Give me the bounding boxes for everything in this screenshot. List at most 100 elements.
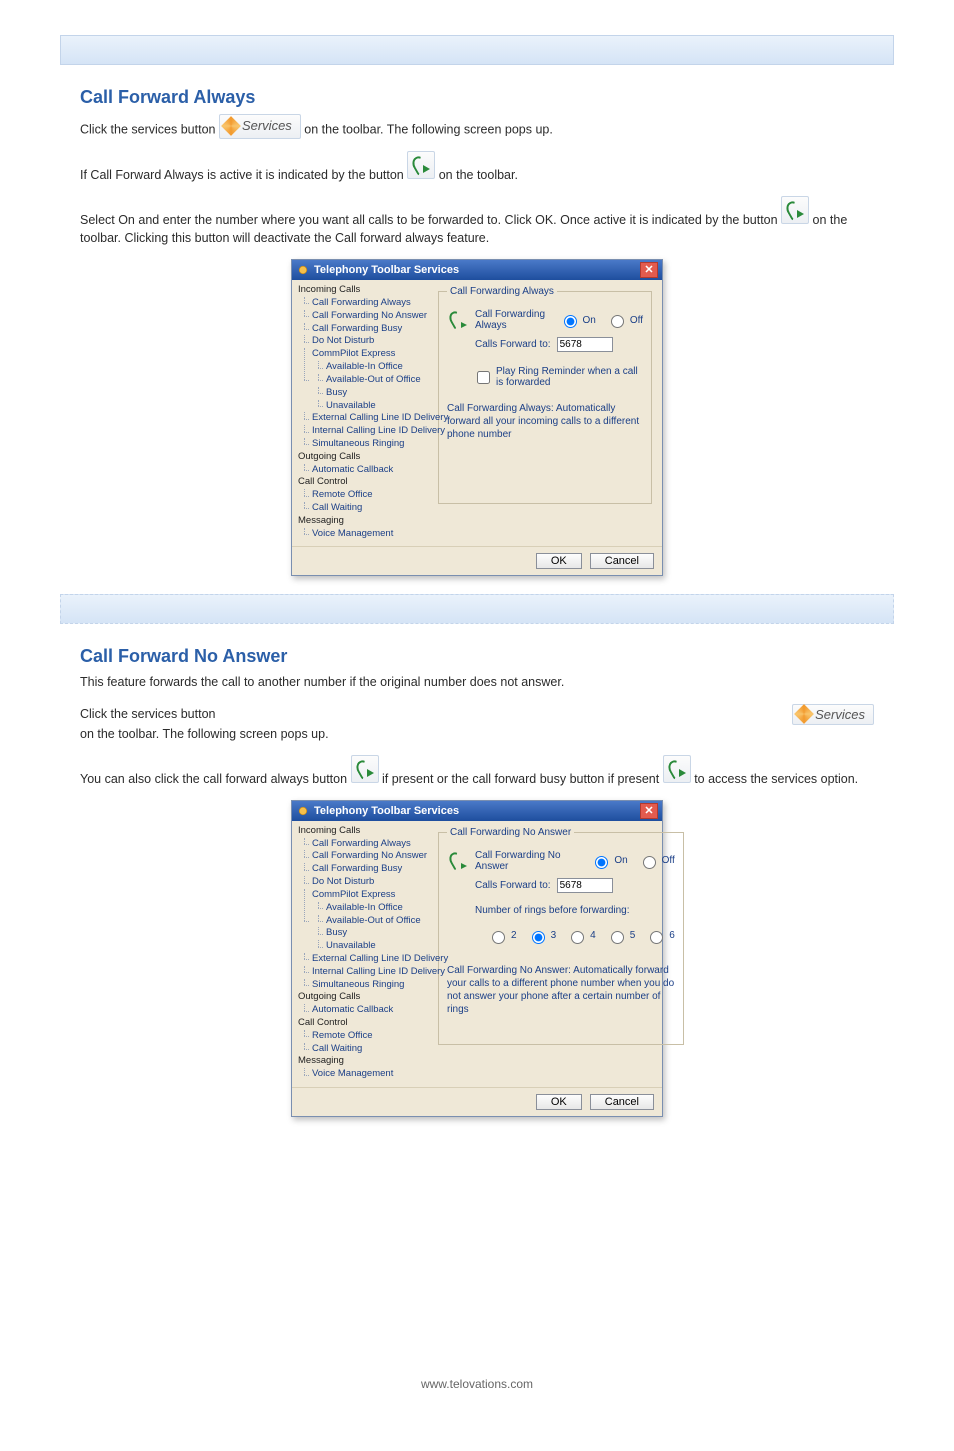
- section-cfa-p3: Select On and enter the number where you…: [80, 196, 874, 247]
- header-band: [60, 35, 894, 65]
- services-label: Services: [242, 117, 292, 136]
- tree-item[interactable]: Internal Calling Line ID Delivery: [306, 966, 426, 979]
- text: Click the services button: [80, 122, 219, 136]
- tree-item[interactable]: Available-In Office: [320, 902, 426, 915]
- call-forward-always-icon[interactable]: [351, 755, 379, 783]
- tree-header: Messaging: [298, 515, 426, 528]
- phone-forward-icon: [447, 850, 469, 872]
- ring-option[interactable]: 3: [527, 928, 557, 944]
- dialog-title: Telephony Toolbar Services: [314, 264, 459, 276]
- ring-option[interactable]: 4: [566, 928, 596, 944]
- radio-on[interactable]: [595, 856, 608, 869]
- divider-band: [60, 594, 894, 624]
- tree-item[interactable]: Available-Out of Office: [320, 915, 426, 928]
- section-cfna-p1: This feature forwards the call to anothe…: [80, 673, 874, 691]
- tree-item[interactable]: CommPilot ExpressAvailable-In OfficeAvai…: [306, 889, 426, 953]
- text: on the toolbar.: [439, 168, 518, 182]
- dialog-tree[interactable]: Incoming CallsCall Forwarding AlwaysCall…: [292, 821, 428, 1087]
- rings-radio-group[interactable]: 23456: [487, 928, 675, 944]
- on-off-radio[interactable]: On Off: [559, 312, 644, 328]
- ring-option[interactable]: 5: [606, 928, 636, 944]
- cfna-panel: Call Forwarding No Answer Call Forwardin…: [438, 827, 684, 1045]
- tree-item[interactable]: Busy: [320, 387, 426, 400]
- cancel-button[interactable]: Cancel: [590, 1094, 654, 1110]
- tree-item[interactable]: Call Forwarding No Answer: [306, 310, 426, 323]
- diamond-icon: [797, 707, 811, 721]
- close-icon[interactable]: ✕: [640, 803, 658, 819]
- close-icon[interactable]: ✕: [640, 262, 658, 278]
- tree-item[interactable]: Available-Out of Office: [320, 374, 426, 387]
- app-icon: [296, 804, 310, 818]
- services-button[interactable]: Services: [219, 114, 301, 139]
- tree-header: Outgoing Calls: [298, 991, 426, 1004]
- tree-item[interactable]: CommPilot ExpressAvailable-In OfficeAvai…: [306, 348, 426, 412]
- tree-item[interactable]: Available-In Office: [320, 361, 426, 374]
- tree-item[interactable]: Unavailable: [320, 400, 426, 413]
- radio-off[interactable]: [611, 315, 624, 328]
- text: If Call Forward Always is active it is i…: [80, 168, 407, 182]
- tree-item[interactable]: Call Forwarding No Answer: [306, 850, 426, 863]
- radio-on[interactable]: [564, 315, 577, 328]
- tree-item[interactable]: Simultaneous Ringing: [306, 438, 426, 451]
- section-cfna-title: Call Forward No Answer: [80, 646, 954, 667]
- tree-item[interactable]: Automatic Callback: [306, 1004, 426, 1017]
- tree-item[interactable]: External Calling Line ID Delivery: [306, 953, 426, 966]
- tree-item[interactable]: Simultaneous Ringing: [306, 979, 426, 992]
- radio-ring[interactable]: [650, 931, 663, 944]
- tree-item[interactable]: Call Forwarding Busy: [306, 323, 426, 336]
- ok-button[interactable]: OK: [536, 1094, 582, 1110]
- text: Click the services button: [80, 707, 780, 721]
- dialog-titlebar: Telephony Toolbar Services ✕: [292, 801, 662, 821]
- radio-ring[interactable]: [571, 931, 584, 944]
- tree-item[interactable]: Call Forwarding Busy: [306, 863, 426, 876]
- dialog-footer: OK Cancel: [292, 546, 662, 575]
- tree-item[interactable]: Call Waiting: [306, 1043, 426, 1056]
- tree-header: Incoming Calls: [298, 284, 426, 297]
- call-forward-always-icon[interactable]: [407, 151, 435, 179]
- ring-option[interactable]: 6: [645, 928, 675, 944]
- diamond-icon: [224, 119, 238, 133]
- tree-item[interactable]: Unavailable: [320, 940, 426, 953]
- call-forward-busy-icon[interactable]: [663, 755, 691, 783]
- forward-to-input[interactable]: [557, 878, 613, 893]
- tree-item[interactable]: Call Forwarding Always: [306, 838, 426, 851]
- feature-label: Call Forwarding Always: [475, 309, 553, 331]
- ring-reminder-checkbox[interactable]: Play Ring Reminder when a call is forwar…: [473, 366, 643, 388]
- dialog-titlebar: Telephony Toolbar Services ✕: [292, 260, 662, 280]
- tree-item[interactable]: Remote Office: [306, 1030, 426, 1043]
- radio-ring[interactable]: [532, 931, 545, 944]
- cfa-panel: Call Forwarding Always Call Forwarding A…: [438, 286, 652, 504]
- tree-header: Call Control: [298, 1017, 426, 1030]
- forward-to-input[interactable]: [557, 337, 613, 352]
- tree-item[interactable]: Call Waiting: [306, 502, 426, 515]
- text: to access the services option.: [694, 772, 858, 786]
- tree-item[interactable]: Automatic Callback: [306, 464, 426, 477]
- radio-off[interactable]: [643, 856, 656, 869]
- section-cfna-p2b: on the toolbar. The following screen pop…: [80, 725, 874, 743]
- forward-to-label: Calls Forward to:: [475, 880, 551, 891]
- radio-ring[interactable]: [611, 931, 624, 944]
- ring-option[interactable]: 2: [487, 928, 517, 944]
- radio-ring[interactable]: [492, 931, 505, 944]
- call-forward-always-icon[interactable]: [781, 196, 809, 224]
- phone-forward-icon: [447, 309, 469, 331]
- tree-item[interactable]: Internal Calling Line ID Delivery: [306, 425, 426, 438]
- tree-item[interactable]: Voice Management: [306, 528, 426, 541]
- tree-item[interactable]: Voice Management: [306, 1068, 426, 1081]
- section-cfna-p3: You can also click the call forward alwa…: [80, 755, 874, 788]
- page-footer: www.telovations.com: [0, 1377, 954, 1391]
- tree-item[interactable]: Do Not Disturb: [306, 335, 426, 348]
- tree-item[interactable]: External Calling Line ID Delivery: [306, 412, 426, 425]
- tree-item[interactable]: Busy: [320, 927, 426, 940]
- checkbox[interactable]: [477, 371, 490, 384]
- ok-button[interactable]: OK: [536, 553, 582, 569]
- on-off-radio[interactable]: On Off: [590, 853, 675, 869]
- dialog-footer: OK Cancel: [292, 1087, 662, 1116]
- dialog-tree[interactable]: Incoming CallsCall Forwarding AlwaysCall…: [292, 280, 428, 546]
- tree-item[interactable]: Call Forwarding Always: [306, 297, 426, 310]
- tree-item[interactable]: Do Not Disturb: [306, 876, 426, 889]
- text: on the toolbar. The following screen pop…: [304, 122, 553, 136]
- cancel-button[interactable]: Cancel: [590, 553, 654, 569]
- tree-item[interactable]: Remote Office: [306, 489, 426, 502]
- services-button[interactable]: Services: [792, 704, 874, 725]
